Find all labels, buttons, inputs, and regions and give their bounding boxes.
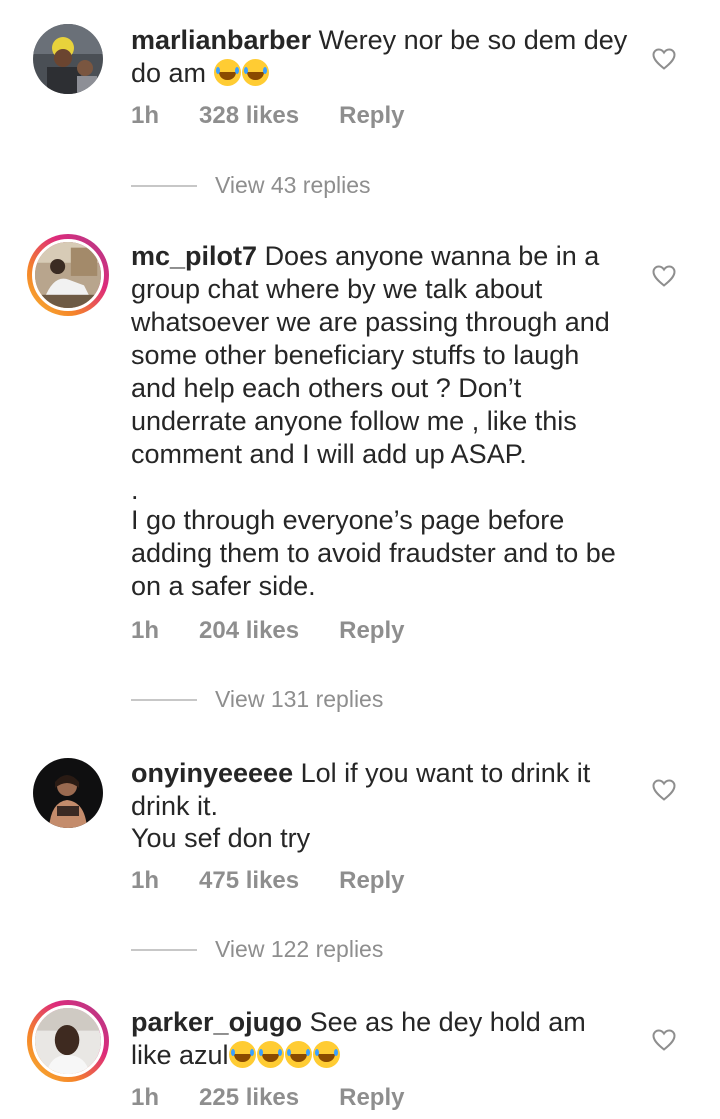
comment-time: 1h xyxy=(131,867,160,894)
heart-outline-icon[interactable] xyxy=(652,265,676,287)
comment-body: Does anyone wanna be in a group chat whe… xyxy=(131,241,610,469)
laughing-emoji-icon xyxy=(228,1041,256,1068)
avatar[interactable] xyxy=(27,752,109,834)
heart-outline-icon[interactable] xyxy=(652,48,676,70)
reply-button[interactable]: Reply xyxy=(339,1084,404,1112)
comment-text-paragraph: I go through everyone’s page before addi… xyxy=(131,505,616,601)
view-replies-label: View 43 replies xyxy=(215,172,371,198)
heart-outline-icon[interactable] xyxy=(652,1029,676,1051)
avatar[interactable] xyxy=(27,18,109,100)
comment-username[interactable]: marlianbarber xyxy=(131,25,311,55)
like-count[interactable]: 328 likes xyxy=(199,102,299,130)
comment-time: 1h xyxy=(131,617,160,644)
laughing-emoji-icon xyxy=(213,59,241,86)
comment-time: 1h xyxy=(131,1084,160,1111)
reply-button[interactable]: Reply xyxy=(339,617,404,645)
view-replies-button[interactable]: View 43 replies xyxy=(131,172,371,199)
heart-outline-icon[interactable] xyxy=(652,779,676,801)
laughing-emoji-icon xyxy=(312,1041,340,1068)
comment-text: parker_ojugo See as he dey hold am like … xyxy=(131,1006,631,1072)
view-replies-label: View 131 replies xyxy=(215,686,384,712)
comment-text-line: . xyxy=(131,475,139,505)
laughing-emoji-icon xyxy=(241,59,269,86)
comment-meta: 1h 328 likes Reply xyxy=(131,102,444,130)
divider xyxy=(131,948,197,951)
avatar[interactable] xyxy=(27,234,109,316)
comment-username[interactable]: parker_ojugo xyxy=(131,1007,302,1037)
comment-username[interactable]: mc_pilot7 xyxy=(131,241,257,271)
comment-meta: 1h 475 likes Reply xyxy=(131,867,444,895)
like-count[interactable]: 225 likes xyxy=(199,1084,299,1112)
like-count[interactable]: 204 likes xyxy=(199,617,299,645)
divider xyxy=(131,698,197,701)
laughing-emoji-icon xyxy=(284,1041,312,1068)
divider xyxy=(131,184,197,187)
view-replies-button[interactable]: View 122 replies xyxy=(131,936,383,963)
comment-time: 1h xyxy=(131,102,160,129)
view-replies-label: View 122 replies xyxy=(215,936,384,962)
like-count[interactable]: 475 likes xyxy=(199,867,299,895)
avatar[interactable] xyxy=(27,1000,109,1082)
reply-button[interactable]: Reply xyxy=(339,102,404,130)
view-replies-button[interactable]: View 131 replies xyxy=(131,686,383,713)
comment-meta: 1h 204 likes Reply xyxy=(131,617,444,645)
reply-button[interactable]: Reply xyxy=(339,867,404,895)
comment-username[interactable]: onyinyeeeee xyxy=(131,758,293,788)
comment-text-line: You sef don try xyxy=(131,823,311,853)
comment-text: mc_pilot7 Does anyone wanna be in a grou… xyxy=(131,240,631,471)
comment-text: marlianbarber Werey nor be so dem dey do… xyxy=(131,24,631,90)
laughing-emoji-icon xyxy=(256,1041,284,1068)
comment-text: onyinyeeeee Lol if you want to drink it … xyxy=(131,757,631,823)
comment-meta: 1h 225 likes Reply xyxy=(131,1084,444,1112)
